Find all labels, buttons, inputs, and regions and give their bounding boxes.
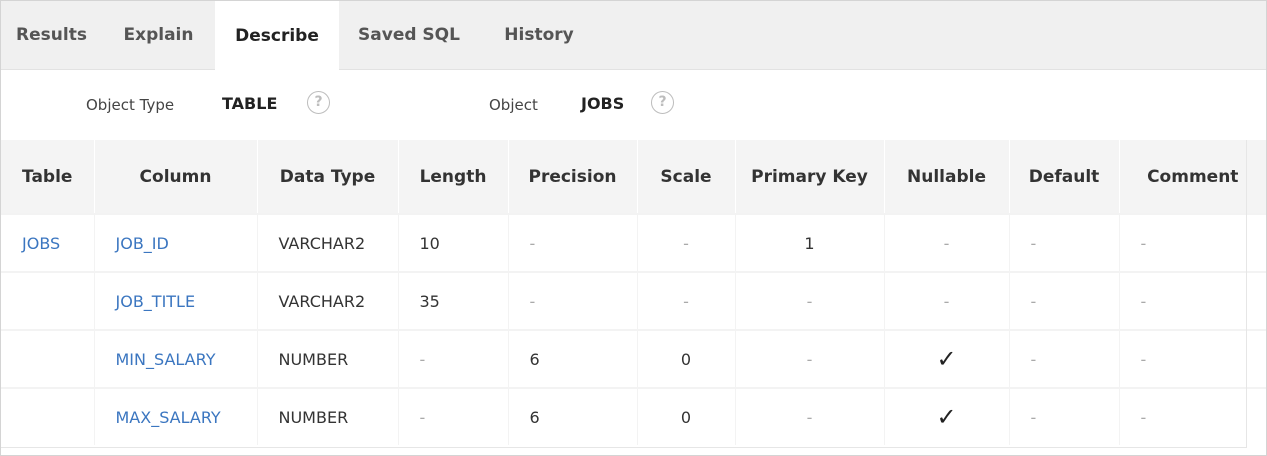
header-scale: Scale <box>637 140 736 214</box>
cell-precision: - <box>508 271 638 330</box>
object-info-row: Object Type TABLE ? Object JOBS ? <box>1 70 1266 140</box>
table-row: JOBS JOB_ID VARCHAR2 10 - - 1 - - - <box>1 213 1266 272</box>
cell-comment: - <box>1119 387 1266 445</box>
cell-data-type: NUMBER <box>257 329 399 388</box>
object-type-value: TABLE <box>222 94 278 113</box>
nullable-check-icon: ✓ <box>884 387 1010 445</box>
cell-scale: - <box>637 213 736 272</box>
header-comment: Comment <box>1119 140 1266 214</box>
table-row: MIN_SALARY NUMBER - 6 0 - ✓ - - <box>1 329 1266 388</box>
cell-primary-key: - <box>735 271 885 330</box>
tab-describe[interactable]: Describe <box>215 1 339 70</box>
cell-default: - <box>1009 213 1120 272</box>
describe-panel: Results Explain Describe Saved SQL Histo… <box>0 0 1267 456</box>
table-row: JOB_TITLE VARCHAR2 35 - - - - - - <box>1 271 1266 330</box>
header-column: Column <box>94 140 258 214</box>
cell-table-link <box>1 387 95 445</box>
cell-data-type: VARCHAR2 <box>257 213 399 272</box>
cell-length: - <box>398 329 509 388</box>
cell-comment: - <box>1119 329 1266 388</box>
table-row: MAX_SALARY NUMBER - 6 0 - ✓ - - <box>1 387 1266 445</box>
table-header-row: Table Column Data Type Length Precision … <box>1 140 1266 214</box>
tab-bar: Results Explain Describe Saved SQL Histo… <box>1 1 1266 70</box>
tab-history[interactable]: History <box>479 1 599 69</box>
cell-comment: - <box>1119 213 1266 272</box>
cell-nullable: - <box>884 213 1010 272</box>
describe-table: Table Column Data Type Length Precision … <box>1 140 1266 445</box>
cell-length: 35 <box>398 271 509 330</box>
object-type-help-icon[interactable]: ? <box>307 91 330 114</box>
cell-default: - <box>1009 329 1120 388</box>
header-nullable: Nullable <box>884 140 1010 214</box>
cell-primary-key: 1 <box>735 213 885 272</box>
header-length: Length <box>398 140 509 214</box>
cell-length: - <box>398 387 509 445</box>
header-data-type: Data Type <box>257 140 399 214</box>
cell-nullable: - <box>884 271 1010 330</box>
cell-scale: 0 <box>637 387 736 445</box>
cell-column-link[interactable]: JOB_TITLE <box>94 271 258 330</box>
tab-results[interactable]: Results <box>1 1 102 69</box>
cell-precision: - <box>508 213 638 272</box>
cell-table-link <box>1 271 95 330</box>
cell-precision: 6 <box>508 329 638 388</box>
cell-scale: 0 <box>637 329 736 388</box>
header-default: Default <box>1009 140 1120 214</box>
cell-column-link[interactable]: MAX_SALARY <box>94 387 258 445</box>
describe-table-wrapper: Table Column Data Type Length Precision … <box>1 140 1266 445</box>
cell-column-link[interactable]: MIN_SALARY <box>94 329 258 388</box>
cell-data-type: VARCHAR2 <box>257 271 399 330</box>
cell-comment: - <box>1119 271 1266 330</box>
cell-length: 10 <box>398 213 509 272</box>
cell-precision: 6 <box>508 387 638 445</box>
cell-column-link[interactable]: JOB_ID <box>94 213 258 272</box>
object-value: JOBS <box>581 94 625 113</box>
cell-scale: - <box>637 271 736 330</box>
cell-primary-key: - <box>735 387 885 445</box>
header-precision: Precision <box>508 140 638 214</box>
object-label: Object <box>489 96 538 114</box>
cell-default: - <box>1009 387 1120 445</box>
cell-data-type: NUMBER <box>257 387 399 445</box>
cell-primary-key: - <box>735 329 885 388</box>
cell-default: - <box>1009 271 1120 330</box>
header-table: Table <box>1 140 95 214</box>
tab-explain[interactable]: Explain <box>102 1 215 69</box>
object-type-label: Object Type <box>86 96 175 114</box>
object-help-icon[interactable]: ? <box>651 91 674 114</box>
cell-table-link <box>1 329 95 388</box>
cell-table-link[interactable]: JOBS <box>1 213 95 272</box>
nullable-check-icon: ✓ <box>884 329 1010 388</box>
header-primary-key: Primary Key <box>735 140 885 214</box>
tab-saved-sql[interactable]: Saved SQL <box>339 1 479 69</box>
